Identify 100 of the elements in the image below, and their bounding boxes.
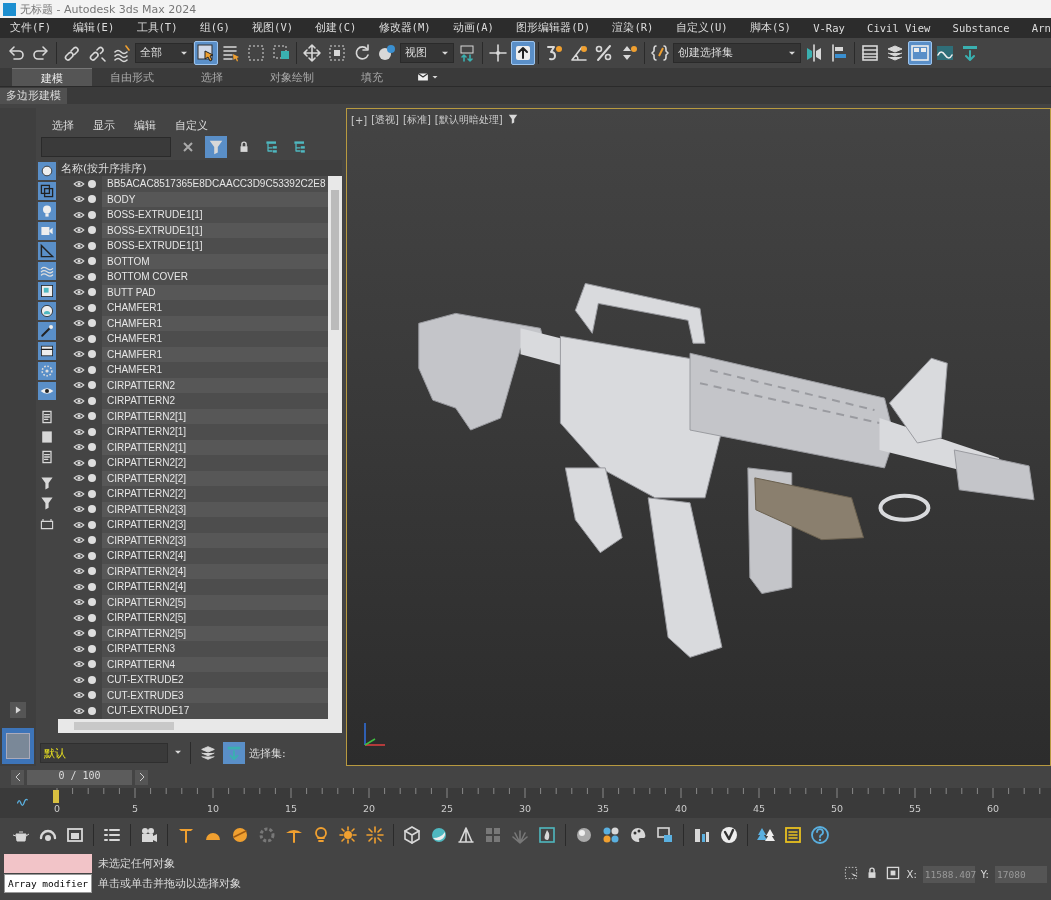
selection-filter-dropdown[interactable]: 全部 (135, 43, 193, 63)
viewport[interactable]: [+] [透视] [标准] [默认明暗处理] (346, 108, 1051, 766)
select-object-button[interactable] (194, 41, 218, 65)
explorer-menu-item[interactable]: 选择 (52, 117, 74, 133)
selection-set-label: 选择集: (249, 745, 286, 761)
object-name[interactable]: CHAMFER1 (102, 331, 328, 347)
next-frame-button[interactable] (135, 769, 148, 785)
ribbon-tab[interactable]: 选择 (172, 68, 252, 86)
frame-number: 10 (206, 803, 220, 814)
helper-filter-icon[interactable] (38, 242, 56, 260)
help-icon[interactable] (809, 824, 831, 846)
menu-item[interactable]: 渲染(R) (612, 21, 654, 35)
object-name[interactable]: BOSS-EXTRUDE1[1] (102, 238, 328, 254)
object-name[interactable]: BOSS-EXTRUDE1[1] (102, 207, 328, 223)
object-name[interactable]: CIRPATTERN2[4] (102, 548, 328, 564)
ribbon-tab[interactable]: 填充 (332, 68, 412, 86)
menu-item[interactable]: 图形编辑器(D) (516, 21, 591, 35)
object-name[interactable]: CUT-EXTRUDE17 (102, 703, 328, 719)
menu-item[interactable]: 文件(F) (10, 21, 51, 35)
explorer-menu-item[interactable]: 自定义 (175, 117, 208, 133)
object-name[interactable]: CIRPATTERN2[2] (102, 486, 328, 502)
xref-filter-icon[interactable] (38, 302, 56, 320)
ribbon-panel-title[interactable]: 多边形建模 (0, 87, 67, 104)
filter-toggle-button[interactable] (205, 136, 227, 158)
explorer-menu-item[interactable]: 编辑 (134, 117, 156, 133)
object-name[interactable]: CHAMFER1 (102, 300, 328, 316)
layer-dropdown[interactable]: 默认 (40, 743, 168, 763)
menu-item[interactable]: 修改器(M) (378, 21, 431, 35)
y-label: Y: (980, 868, 989, 880)
menu-item[interactable]: 工具(T) (136, 21, 178, 35)
object-name[interactable]: CUT-EXTRUDE2 (102, 672, 328, 688)
menu-item[interactable]: 组(G) (199, 21, 230, 35)
move-button[interactable] (300, 41, 324, 65)
flame-box-icon[interactable] (536, 824, 558, 846)
viewport-label[interactable]: [标准] (403, 113, 431, 127)
clear-filter-icon[interactable] (38, 474, 56, 492)
manipulate-button[interactable] (486, 41, 510, 65)
keyboard-override-icon (513, 43, 533, 63)
menu-item[interactable]: Substance (952, 22, 1010, 34)
manipulate-icon (488, 43, 508, 63)
chevron-right-icon (137, 773, 146, 781)
menu-item[interactable]: V-Ray (813, 22, 845, 34)
geometry-filter-icon[interactable] (38, 162, 56, 180)
script-output-field[interactable]: Array modifier (4, 874, 92, 893)
expand-button[interactable] (10, 702, 26, 718)
select-object-icon (196, 43, 216, 63)
cube-icon[interactable] (401, 824, 423, 846)
ribbon-tab[interactable]: 自由形式 (92, 68, 172, 86)
light-filter-icon[interactable] (38, 202, 56, 220)
v-circle-icon[interactable] (718, 824, 740, 846)
viewport-label[interactable]: [透视] (371, 113, 399, 127)
search-field[interactable] (41, 137, 171, 157)
menu-item[interactable]: 自定义(U) (675, 21, 728, 35)
previous-frame-button[interactable] (11, 769, 24, 785)
notes-icon[interactable] (782, 824, 804, 846)
menu-item[interactable]: 脚本(S) (749, 21, 791, 35)
viewport-label[interactable]: [+] (351, 114, 368, 126)
vertical-scrollbar[interactable] (328, 176, 342, 719)
ribbon-tab[interactable]: 建模 (12, 68, 92, 86)
menu-item[interactable]: 视图(V) (252, 21, 294, 35)
frame-number: 30 (518, 803, 532, 814)
keyboard-override-button[interactable] (511, 41, 535, 65)
object-name[interactable]: BOTTOM COVER (102, 269, 328, 285)
ribbon-tab[interactable]: 对象绘制 (252, 68, 332, 86)
object-name[interactable]: CIRPATTERN2[3] (102, 517, 328, 533)
menu-item[interactable]: Civil View (867, 22, 931, 34)
object-name[interactable]: CIRPATTERN2[2] (102, 455, 328, 471)
mirror-icon (804, 43, 824, 63)
object-name[interactable]: CIRPATTERN2[4] (102, 579, 328, 595)
object-name[interactable]: CIRPATTERN2[5] (102, 610, 328, 626)
chevron-left-icon (13, 773, 22, 781)
time-slider-thumb[interactable]: 0 / 100 (27, 769, 132, 785)
viewport-label[interactable]: [默认明暗处理] (434, 113, 503, 127)
explorer-menu-item[interactable]: 显示 (93, 117, 115, 133)
menu-item[interactable]: 创建(C) (315, 21, 357, 35)
hidden-filter-icon[interactable] (38, 382, 56, 400)
tripod-icon[interactable] (455, 824, 477, 846)
group-filter-icon[interactable] (38, 282, 56, 300)
menu-item[interactable]: Arn (1031, 22, 1051, 34)
menu-item[interactable]: 编辑(E) (73, 21, 115, 35)
bone-filter-icon[interactable] (38, 322, 56, 340)
camera-filter-icon[interactable] (38, 222, 56, 240)
funnel-icon[interactable] (38, 494, 56, 512)
object-name[interactable]: CIRPATTERN2[1] (102, 424, 328, 440)
menu-item[interactable]: 动画(A) (452, 21, 494, 35)
object-name[interactable]: CIRPATTERN3 (102, 641, 328, 657)
container-filter-icon[interactable] (38, 342, 56, 360)
sun-icon[interactable] (337, 824, 359, 846)
time-slider-handle[interactable] (53, 790, 59, 803)
starburst-icon[interactable] (364, 824, 386, 846)
script-listener-field[interactable] (4, 854, 92, 873)
funnel-icon (207, 138, 225, 156)
ribbon-toggle-button[interactable] (908, 41, 932, 65)
column-header[interactable]: 名称(按升序排序) (58, 160, 342, 176)
shapes-filter-icon[interactable] (38, 182, 56, 200)
object-name[interactable]: CIRPATTERN2 (102, 393, 328, 409)
object-name[interactable]: BB5ACAC8517365E8DCAACC3D9C53392C2E8 (102, 176, 328, 192)
named-selection-set-dropdown[interactable]: 创建选择集 (673, 43, 801, 63)
object-name[interactable]: CHAMFER1 (102, 362, 328, 378)
coordinate-system-dropdown[interactable]: 视图 (400, 43, 454, 63)
